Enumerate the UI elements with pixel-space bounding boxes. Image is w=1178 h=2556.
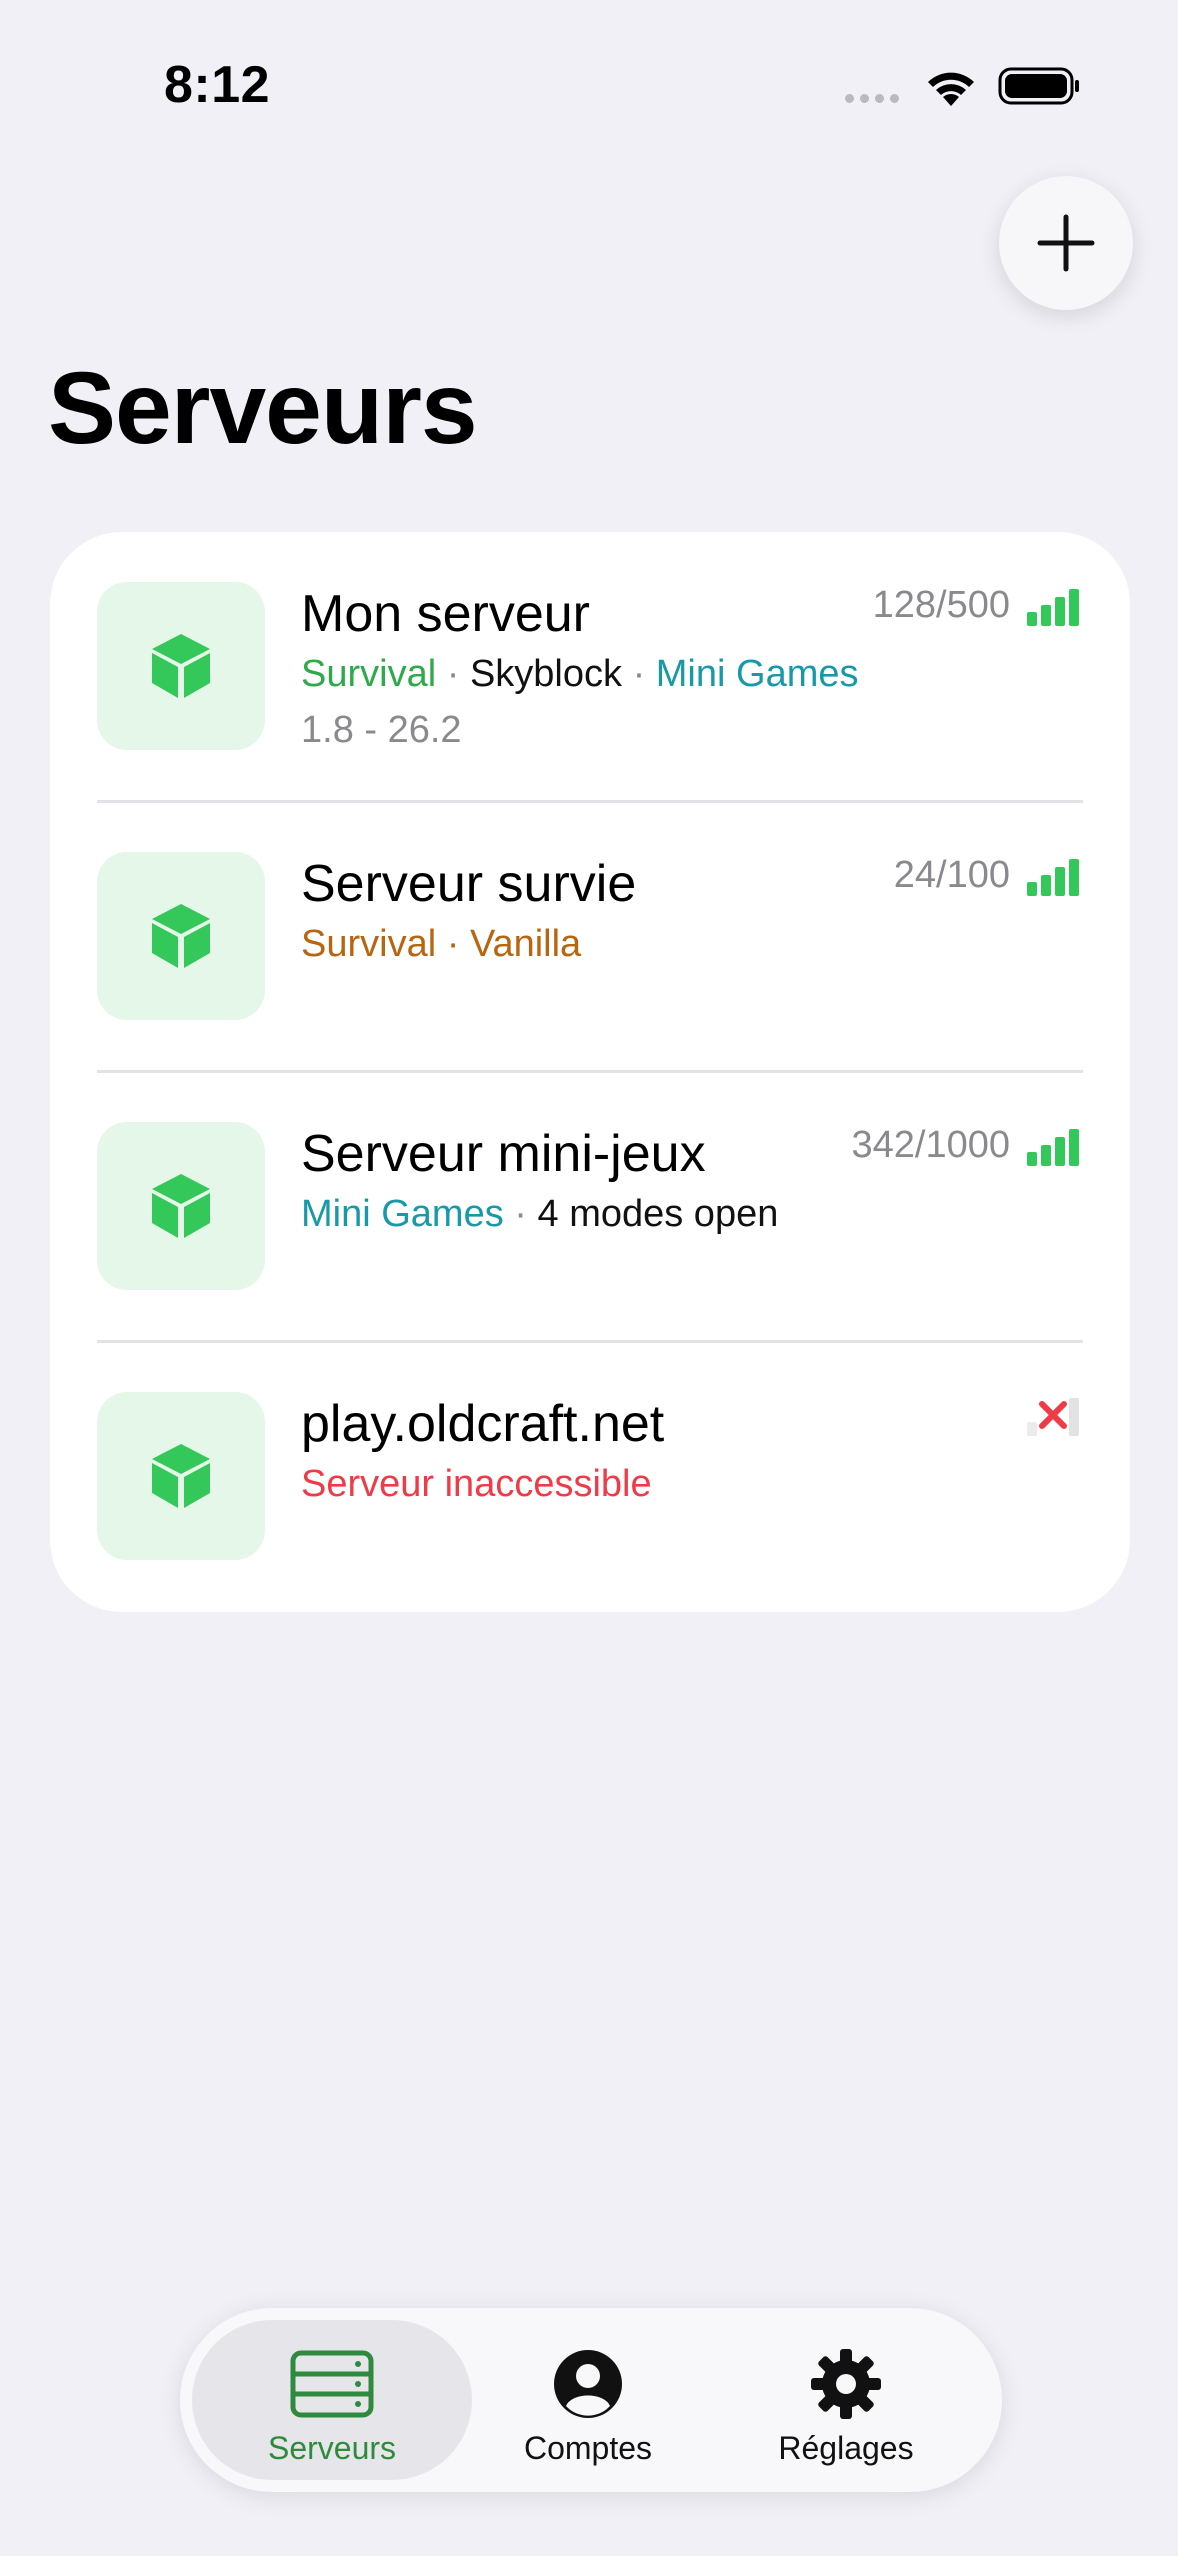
- signal-strength-icon: [1027, 859, 1079, 896]
- server-tag: Vanilla: [469, 923, 582, 965]
- battery-icon: [998, 67, 1079, 105]
- person-circle-icon: [546, 2348, 630, 2420]
- status-time: 8:12: [164, 56, 271, 114]
- connection-error-icon: [1027, 1398, 1079, 1436]
- server-tag: Mini Games: [301, 1193, 504, 1235]
- server-icon: [97, 1392, 265, 1560]
- signal-strength-icon: [1027, 1129, 1079, 1166]
- server-name: Mon serveur: [301, 585, 590, 643]
- gear-icon: [804, 2348, 888, 2420]
- server-icon: [97, 1122, 265, 1290]
- tab-reglages[interactable]: Réglages: [706, 2320, 986, 2480]
- tab-bar: Serveurs Comptes Réglages: [180, 2308, 1002, 2492]
- tab-comptes[interactable]: Comptes: [448, 2320, 728, 2480]
- player-count: 24/100: [893, 854, 1010, 896]
- server-rack-icon: [290, 2348, 374, 2420]
- player-count: 342/1000: [851, 1124, 1011, 1166]
- wifi-icon: [928, 72, 974, 106]
- add-server-button[interactable]: [999, 176, 1133, 310]
- cellular-signal-icon: [845, 94, 899, 103]
- server-tag: Mini Games: [655, 653, 859, 695]
- player-count: 128/500: [872, 584, 1010, 626]
- cube-icon: [152, 1444, 210, 1508]
- page-title: Serveurs: [48, 351, 478, 465]
- server-tag: Survival: [301, 923, 437, 965]
- server-tags: Survival · Skyblock · Mini Games: [301, 653, 859, 695]
- server-tag: Skyblock: [469, 653, 622, 695]
- server-tags: Serveur inaccessible: [301, 1463, 652, 1506]
- server-status-text: Serveur inaccessible: [301, 1463, 652, 1505]
- cube-icon: [152, 904, 210, 968]
- server-name: Serveur mini-jeux: [301, 1125, 706, 1183]
- server-tags: Survival · Vanilla: [301, 923, 582, 965]
- tab-serveurs[interactable]: Serveurs: [192, 2320, 472, 2480]
- server-row-mon-serveur[interactable]: Mon serveur Survival · Skyblock · Mini G…: [50, 532, 1130, 802]
- server-row-serveur-survie[interactable]: Serveur survie Survival · Vanilla 24/100: [50, 802, 1130, 1072]
- server-list: Mon serveur Survival · Skyblock · Mini G…: [50, 532, 1130, 1612]
- status-bar: 8:12: [0, 0, 1178, 150]
- tab-label: Réglages: [778, 2430, 914, 2466]
- tab-label: Comptes: [523, 2430, 653, 2466]
- server-icon: [97, 582, 265, 750]
- cube-icon: [152, 634, 210, 698]
- server-icon: [97, 852, 265, 1020]
- cube-icon: [152, 1174, 210, 1238]
- server-tag: 4 modes open: [537, 1193, 779, 1235]
- signal-strength-icon: [1027, 589, 1079, 626]
- server-tags: Mini Games · 4 modes open: [301, 1193, 779, 1235]
- plus-icon: [1037, 214, 1095, 272]
- server-row-serveur-mini-jeux[interactable]: Serveur mini-jeux Mini Games · 4 modes o…: [50, 1072, 1130, 1342]
- server-row-play-oldcraft-net[interactable]: play.oldcraft.net Serveur inaccessible: [50, 1342, 1130, 1612]
- server-version: 1.8 - 26.2: [301, 709, 462, 751]
- server-name: Serveur survie: [301, 855, 637, 913]
- server-tag: Survival: [301, 653, 437, 695]
- server-name: play.oldcraft.net: [301, 1395, 665, 1453]
- tab-label: Serveurs: [267, 2430, 397, 2466]
